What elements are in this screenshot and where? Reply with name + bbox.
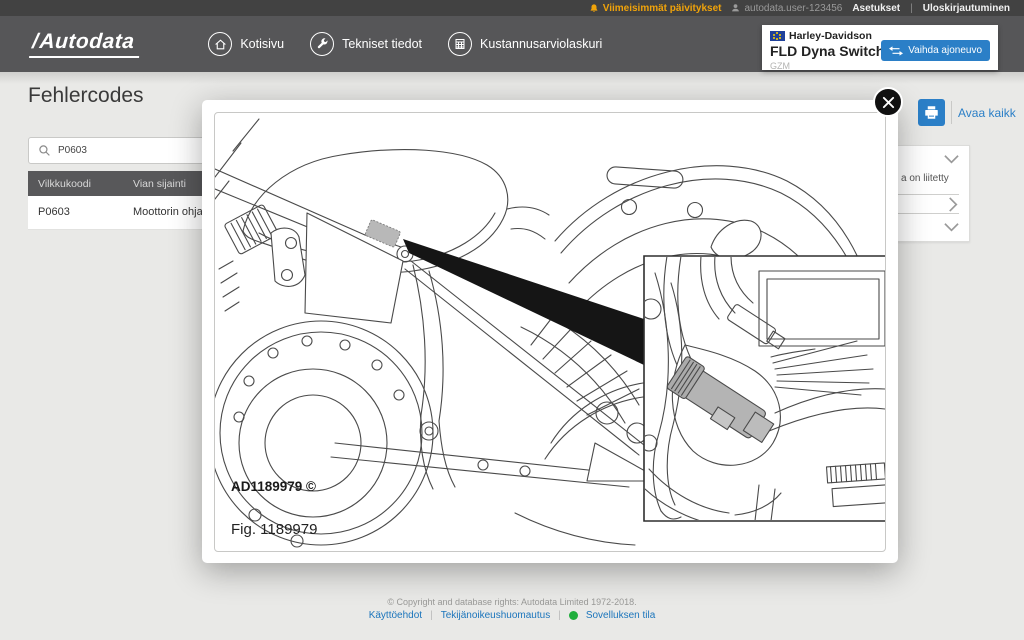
topbar-separator: | <box>910 3 913 14</box>
column-header-code: Vilkkukoodi <box>28 171 123 196</box>
figure-caption: Fig. 1189979 <box>231 521 317 538</box>
figure-id: AD1189979 © <box>231 479 316 494</box>
copyright-text: © Copyright and database rights: Autodat… <box>0 597 1024 607</box>
chevron-right-icon[interactable] <box>948 197 959 212</box>
status-green-dot <box>569 611 578 620</box>
vehicle-make: Harley-Davidson <box>789 30 872 42</box>
footer-links: Käyttöehdot | Tekijänoikeushuomautus | S… <box>0 610 1024 621</box>
swap-arrows-icon <box>889 46 903 56</box>
nav-item-home[interactable]: Kotisivu <box>208 32 284 56</box>
change-vehicle-button[interactable]: Vaihda ajoneuvo <box>881 40 990 61</box>
page-title: Fehlercodes <box>28 84 144 108</box>
modal-close-button[interactable] <box>873 87 903 117</box>
vehicle-card: Harley-Davidson FLD Dyna Switchback 1690… <box>762 25 998 70</box>
figure-frame: AD1189979 © Fig. 1189979 <box>214 112 886 552</box>
wrench-icon <box>310 32 334 56</box>
cell-code: P0603 <box>28 196 123 229</box>
logout-link[interactable]: Uloskirjautuminen <box>923 3 1010 14</box>
toolbar-divider <box>951 101 952 124</box>
open-all-link[interactable]: Avaa kaikk <box>958 106 1016 120</box>
autodata-logo[interactable]: /Autodata <box>29 30 141 58</box>
callout-beam <box>403 239 644 365</box>
header-shadow <box>0 72 1024 84</box>
home-icon <box>208 32 232 56</box>
footer-separator: | <box>558 610 561 621</box>
user-account[interactable]: autodata.user-123456 <box>731 3 842 14</box>
print-button[interactable] <box>918 99 945 126</box>
chevron-down-icon[interactable] <box>944 222 959 233</box>
bell-icon <box>589 3 599 14</box>
copyright-notice-link[interactable]: Tekijänoikeushuomautus <box>441 610 551 621</box>
latest-updates-link[interactable]: Viimeisimmät päivitykset <box>589 3 722 14</box>
figure-modal: AD1189979 © Fig. 1189979 <box>202 100 898 563</box>
app-status-link[interactable]: Sovelluksen tila <box>586 610 655 621</box>
calculator-icon <box>448 32 472 56</box>
footer-separator: | <box>430 610 433 621</box>
nav-item-technical-data[interactable]: Tekniset tiedot <box>310 32 422 56</box>
terms-link[interactable]: Käyttöehdot <box>369 610 422 621</box>
user-icon <box>731 3 740 13</box>
accordion-text-fragment: a on liitetty <box>901 173 949 184</box>
detail-inset <box>641 256 886 527</box>
top-utility-bar: Viimeisimmät päivitykset autodata.user-1… <box>0 0 1024 16</box>
close-icon <box>882 96 895 109</box>
settings-link[interactable]: Asetukset <box>852 3 900 14</box>
chevron-down-icon[interactable] <box>944 154 959 165</box>
search-icon <box>38 144 51 157</box>
nav-item-estimate-calculator[interactable]: Kustannusarviolaskuri <box>448 32 602 56</box>
eu-flag-icon <box>770 31 785 41</box>
printer-icon <box>924 105 939 120</box>
vehicle-code: GZM <box>770 61 990 71</box>
